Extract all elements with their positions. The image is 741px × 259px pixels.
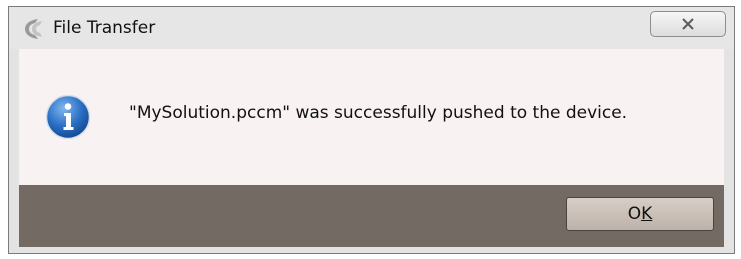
message-text: "MySolution.pccm" was successfully pushe… bbox=[129, 103, 628, 123]
ok-label-access-key: K bbox=[641, 204, 653, 224]
ok-button[interactable]: OK bbox=[566, 197, 714, 231]
info-icon bbox=[45, 94, 91, 140]
title-bar: File Transfer bbox=[9, 7, 734, 49]
window-title: File Transfer bbox=[53, 18, 156, 38]
dialog-window: File Transfer "MySolution.pccm" was succ… bbox=[8, 6, 735, 254]
message-area: "MySolution.pccm" was successfully pushe… bbox=[19, 49, 724, 185]
ok-label-prefix: O bbox=[627, 204, 642, 224]
button-bar: OK bbox=[19, 185, 724, 247]
app-logo-icon bbox=[25, 19, 42, 39]
close-button[interactable] bbox=[650, 11, 726, 37]
close-icon bbox=[682, 18, 694, 30]
